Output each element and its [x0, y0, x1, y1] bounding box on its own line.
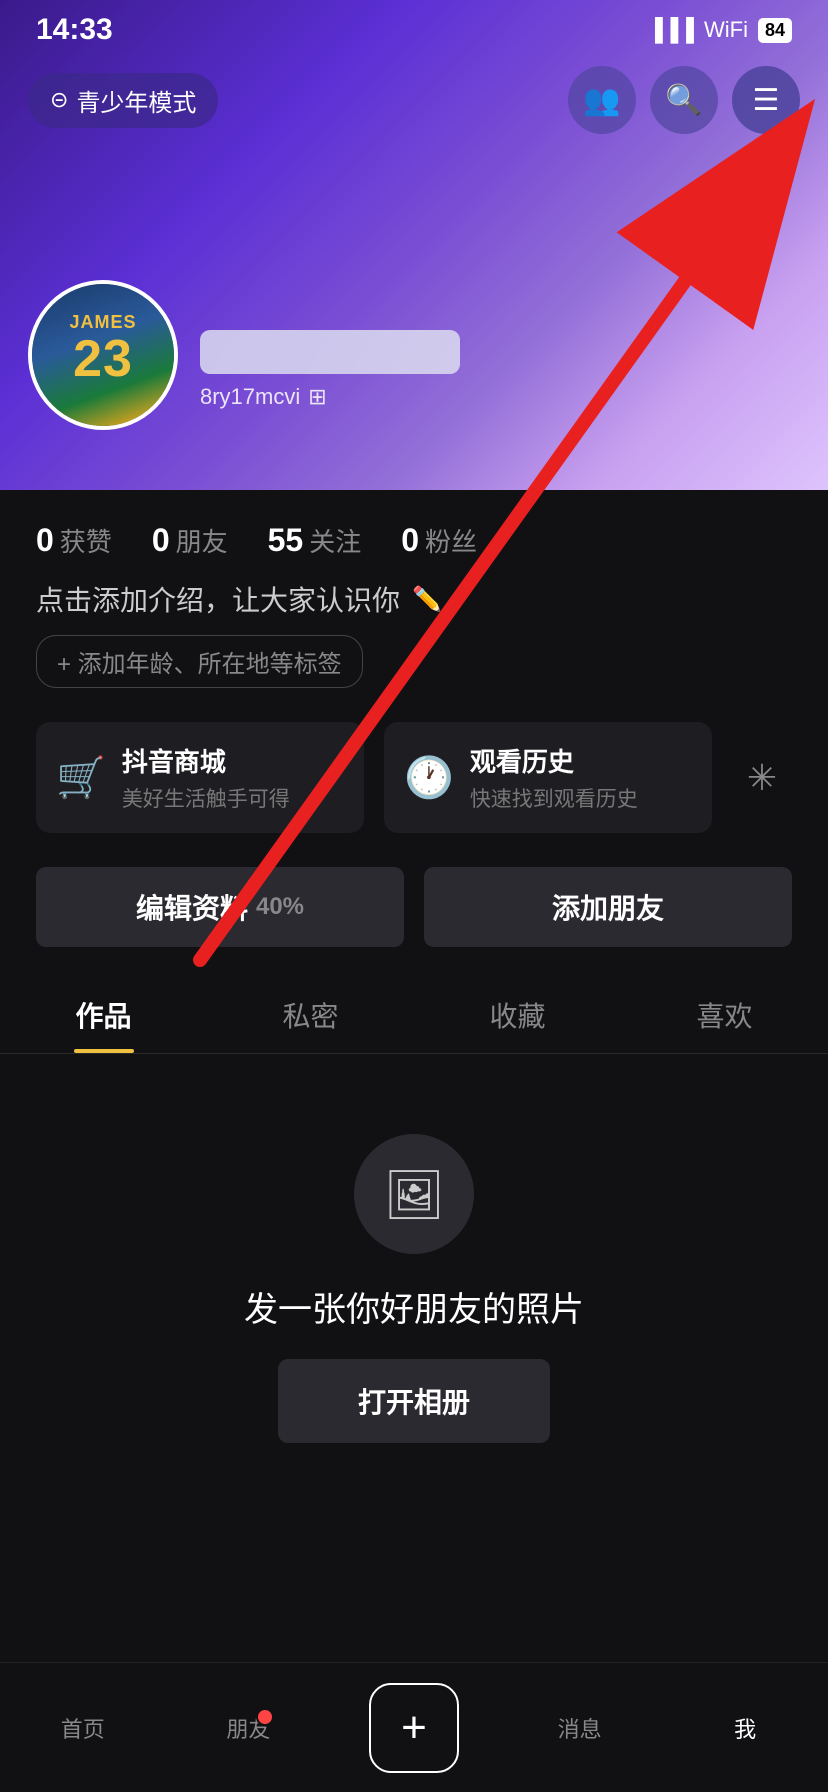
- photo-icon: 🖼: [384, 1166, 445, 1223]
- add-tags-button[interactable]: + 添加年龄、所在地等标签: [36, 635, 363, 688]
- nav-friends-label: 朋友: [226, 1712, 270, 1744]
- bio-section: 点击添加介绍，让大家认识你 ✏️ + 添加年龄、所在地等标签: [0, 579, 828, 704]
- search-icon: 🔍: [665, 83, 702, 118]
- nav-me[interactable]: 我: [662, 1712, 828, 1744]
- status-bar: 14:33 ▐▐▐ WiFi 84: [0, 0, 828, 60]
- user-id: 8ry17mcvi: [200, 384, 300, 410]
- status-time: 14:33: [36, 13, 113, 47]
- add-tags-label: + 添加年龄、所在地等标签: [57, 644, 342, 679]
- wifi-icon: WiFi: [704, 17, 748, 43]
- username-blurred: [200, 330, 460, 374]
- status-icons: ▐▐▐ WiFi 84: [647, 17, 792, 43]
- tabs-row: 作品 私密 收藏 喜欢: [0, 973, 828, 1054]
- edit-profile-percent: 40%: [256, 893, 304, 921]
- tab-works[interactable]: 作品: [0, 973, 207, 1053]
- stats-row: 0 获赞 0 朋友 55 关注 0 粉丝: [0, 490, 828, 579]
- teen-mode-button[interactable]: ⊝ 青少年模式: [28, 73, 218, 128]
- history-title: 观看历史: [470, 742, 638, 779]
- history-link[interactable]: 🕐 观看历史 快速找到观看历史: [384, 722, 712, 833]
- empty-state: 🖼 发一张你好朋友的照片 打开相册: [0, 1054, 828, 1523]
- user-id-row: 8ry17mcvi ⊞: [200, 384, 798, 410]
- open-album-button[interactable]: 打开相册: [278, 1359, 550, 1443]
- menu-icon-button[interactable]: ☰: [732, 66, 800, 134]
- history-text: 观看历史 快速找到观看历史: [470, 742, 638, 813]
- edit-profile-label: 编辑资料: [136, 887, 248, 927]
- bio-placeholder: 点击添加介绍，让大家认识你: [36, 579, 400, 619]
- teen-mode-icon: ⊝: [50, 87, 68, 113]
- stat-fans-num: 0: [401, 522, 419, 559]
- bottom-nav: 首页 朋友 + 消息 我: [0, 1662, 828, 1792]
- nav-friends[interactable]: 朋友: [166, 1712, 332, 1744]
- mall-text: 抖音商城 美好生活触手可得: [122, 742, 290, 813]
- mall-link[interactable]: 🛒 抖音商城 美好生活触手可得: [36, 722, 364, 833]
- avatar-section: JAMES 23: [28, 280, 178, 430]
- edit-profile-button[interactable]: 编辑资料 40%: [36, 867, 404, 947]
- tab-collections-label: 收藏: [489, 1001, 545, 1032]
- empty-text: 发一张你好朋友的照片: [244, 1282, 584, 1331]
- stat-friends-label: 朋友: [176, 522, 228, 559]
- jersey-number: 23: [69, 333, 136, 385]
- qrcode-icon: ⊞: [308, 384, 326, 410]
- stat-following[interactable]: 55 关注: [268, 522, 362, 559]
- friends-icon-button[interactable]: 👥: [568, 66, 636, 134]
- history-sub: 快速找到观看历史: [470, 783, 638, 813]
- tab-works-label: 作品: [75, 1001, 131, 1032]
- friends-icon: 👥: [583, 83, 620, 118]
- stat-following-label: 关注: [309, 522, 361, 559]
- menu-icon: ☰: [753, 83, 780, 118]
- stat-fans-label: 粉丝: [425, 522, 477, 559]
- bio-edit-icon: ✏️: [412, 585, 442, 614]
- nav-messages-label: 消息: [558, 1712, 602, 1744]
- nav-home[interactable]: 首页: [0, 1712, 166, 1744]
- stat-following-num: 55: [268, 522, 304, 559]
- avatar-ring: JAMES 23: [28, 280, 178, 430]
- stat-friends[interactable]: 0 朋友: [152, 522, 228, 559]
- mall-sub: 美好生活触手可得: [122, 783, 290, 813]
- battery-icon: 84: [758, 18, 792, 43]
- mall-icon: 🛒: [56, 754, 106, 801]
- open-album-label: 打开相册: [358, 1387, 470, 1418]
- jersey-name: JAMES 23: [69, 312, 136, 385]
- avatar-image: JAMES 23: [32, 284, 174, 426]
- stat-fans[interactable]: 0 粉丝: [401, 522, 477, 559]
- username-area: 8ry17mcvi ⊞: [200, 330, 798, 410]
- signal-icon: ▐▐▐: [647, 17, 694, 43]
- stat-likes-num: 0: [36, 522, 54, 559]
- add-friend-button[interactable]: 添加朋友: [424, 867, 792, 947]
- stat-friends-num: 0: [152, 522, 170, 559]
- stat-likes-label: 获赞: [60, 522, 112, 559]
- empty-icon-circle: 🖼: [354, 1134, 474, 1254]
- stat-likes[interactable]: 0 获赞: [36, 522, 112, 559]
- tab-collections[interactable]: 收藏: [414, 973, 621, 1053]
- nav-me-label: 我: [734, 1712, 756, 1744]
- tab-private-label: 私密: [282, 1001, 338, 1032]
- teen-mode-label: 青少年模式: [76, 83, 196, 118]
- add-friend-label: 添加朋友: [552, 887, 664, 927]
- search-icon-button[interactable]: 🔍: [650, 66, 718, 134]
- star-icon: ✳: [747, 757, 777, 799]
- tab-likes-label: 喜欢: [696, 1001, 752, 1032]
- profile-content: 0 获赞 0 朋友 55 关注 0 粉丝 点击添加介绍，让大家认识你 ✏️ + …: [0, 490, 828, 1792]
- tab-private[interactable]: 私密: [207, 973, 414, 1053]
- nav-home-label: 首页: [61, 1712, 105, 1744]
- top-right-icons: 👥 🔍 ☰: [568, 66, 800, 134]
- top-action-bar: ⊝ 青少年模式 👥 🔍 ☰: [0, 60, 828, 140]
- history-icon: 🕐: [404, 754, 454, 801]
- quick-links: 🛒 抖音商城 美好生活触手可得 🕐 观看历史 快速找到观看历史 ✳: [0, 704, 828, 851]
- action-buttons: 编辑资料 40% 添加朋友: [0, 851, 828, 963]
- mall-title: 抖音商城: [122, 742, 290, 779]
- nav-plus[interactable]: +: [331, 1683, 497, 1773]
- nav-plus-icon: +: [369, 1683, 459, 1773]
- nav-messages[interactable]: 消息: [497, 1712, 663, 1744]
- tab-likes[interactable]: 喜欢: [621, 973, 828, 1053]
- bio-text[interactable]: 点击添加介绍，让大家认识你 ✏️: [36, 579, 792, 619]
- more-links-button[interactable]: ✳: [732, 722, 792, 833]
